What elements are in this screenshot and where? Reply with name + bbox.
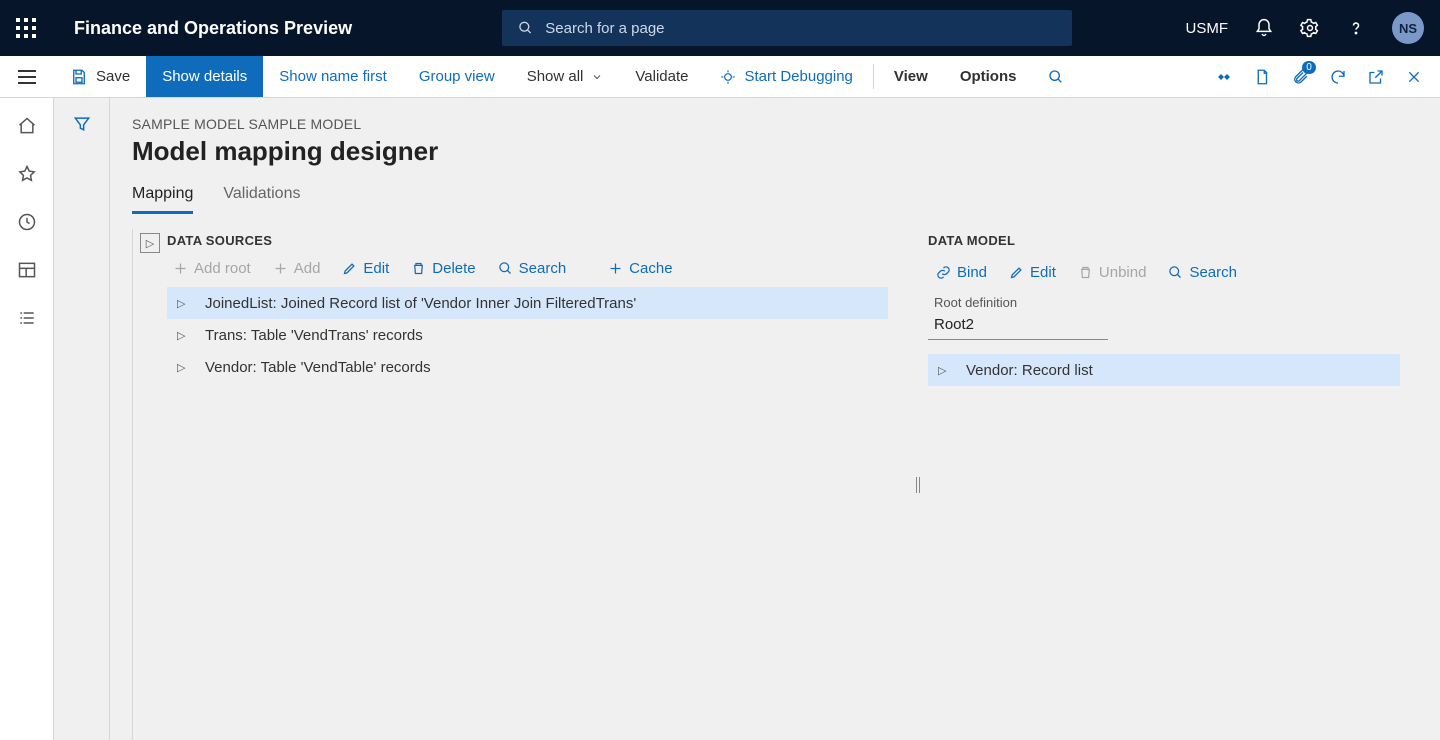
filter-icon[interactable] — [72, 114, 92, 740]
avatar[interactable]: NS — [1392, 12, 1424, 44]
recent-icon[interactable] — [17, 212, 37, 232]
attach-icon[interactable]: 0 — [1290, 67, 1310, 87]
popout-icon[interactable] — [1366, 67, 1386, 87]
dataverse-icon[interactable] — [1214, 67, 1234, 87]
panels: ▷ DATA SOURCES Add root Add — [132, 229, 1418, 740]
modules-icon[interactable] — [17, 308, 37, 328]
show-name-first-button[interactable]: Show name first — [263, 56, 403, 97]
ds-tree: ▷JoinedList: Joined Record list of 'Vend… — [167, 287, 888, 383]
tree-row[interactable]: ▷Vendor: Table 'VendTable' records — [167, 351, 888, 383]
search-icon — [518, 20, 533, 36]
global-search-input[interactable] — [545, 20, 1056, 37]
link-icon — [936, 265, 951, 280]
ds-toolbar: Add root Add Edit Delete — [167, 260, 888, 277]
splitter[interactable] — [908, 229, 928, 740]
dm-toolbar: Bind Edit Unbind Search — [928, 264, 1400, 281]
unbind-button[interactable]: Unbind — [1078, 264, 1147, 281]
page-title: Model mapping designer — [132, 136, 1418, 167]
tree-row[interactable]: ▷Trans: Table 'VendTrans' records — [167, 319, 888, 351]
pencil-icon — [342, 261, 357, 276]
ds-search-button[interactable]: Search — [498, 260, 567, 277]
trash-icon — [411, 261, 426, 276]
trash-icon — [1078, 265, 1093, 280]
cmd-right-icons: 0 — [1198, 56, 1440, 97]
content: SAMPLE MODEL SAMPLE MODEL Model mapping … — [110, 98, 1440, 740]
dm-tree: ▷Vendor: Record list — [928, 354, 1400, 386]
cache-button[interactable]: Cache — [608, 260, 672, 277]
tab-validations[interactable]: Validations — [223, 185, 300, 214]
panel-data-sources: ▷ DATA SOURCES Add root Add — [132, 229, 908, 740]
chevron-right-icon: ▷ — [938, 364, 952, 377]
top-header: Finance and Operations Preview USMF NS — [0, 0, 1440, 56]
help-icon[interactable] — [1346, 18, 1366, 38]
chevron-down-icon — [591, 71, 603, 83]
app-launcher-icon[interactable] — [16, 18, 36, 38]
filter-column — [54, 98, 110, 740]
show-all-dropdown[interactable]: Show all — [511, 56, 620, 97]
attach-badge: 0 — [1302, 61, 1316, 74]
add-root-button[interactable]: Add root — [173, 260, 251, 277]
plus-icon — [608, 261, 623, 276]
data-model-title: DATA MODEL — [928, 233, 1400, 248]
bell-icon[interactable] — [1254, 18, 1274, 38]
breadcrumb: SAMPLE MODEL SAMPLE MODEL — [132, 116, 1418, 132]
add-button[interactable]: Add — [273, 260, 321, 277]
tree-row[interactable]: ▷Vendor: Record list — [928, 354, 1400, 386]
search-icon — [498, 261, 513, 276]
hamburger-icon[interactable] — [0, 56, 54, 97]
group-view-button[interactable]: Group view — [403, 56, 511, 97]
close-icon[interactable] — [1404, 67, 1424, 87]
delete-button[interactable]: Delete — [411, 260, 475, 277]
collapse-handle[interactable]: ▷ — [133, 229, 167, 740]
data-sources-title: DATA SOURCES — [167, 233, 888, 248]
dm-edit-button[interactable]: Edit — [1009, 264, 1056, 281]
options-button[interactable]: Options — [944, 56, 1033, 97]
dm-search-button[interactable]: Search — [1168, 264, 1237, 281]
edit-button[interactable]: Edit — [342, 260, 389, 277]
plus-icon — [173, 261, 188, 276]
save-button[interactable]: Save — [54, 56, 146, 97]
doc-icon[interactable] — [1252, 67, 1272, 87]
chevron-right-icon: ▷ — [177, 329, 191, 342]
star-icon[interactable] — [17, 164, 37, 184]
save-icon — [70, 68, 88, 86]
left-rail — [0, 98, 54, 740]
panel-data-model: DATA MODEL Bind Edit Unbind — [928, 229, 1418, 740]
app-title: Finance and Operations Preview — [74, 18, 352, 39]
search-icon — [1168, 265, 1183, 280]
find-button[interactable] — [1032, 56, 1080, 97]
body: SAMPLE MODEL SAMPLE MODEL Model mapping … — [0, 98, 1440, 740]
bind-button[interactable]: Bind — [936, 264, 987, 281]
validate-button[interactable]: Validate — [619, 56, 704, 97]
chevron-right-icon: ▷ — [177, 297, 191, 310]
search-icon — [1048, 69, 1064, 85]
refresh-icon[interactable] — [1328, 67, 1348, 87]
gear-icon[interactable] — [1300, 18, 1320, 38]
view-button[interactable]: View — [878, 56, 944, 97]
command-bar: Save Show details Show name first Group … — [0, 56, 1440, 98]
top-actions: USMF NS — [1186, 12, 1425, 44]
entity-label[interactable]: USMF — [1186, 20, 1229, 37]
start-debugging-button[interactable]: Start Debugging — [704, 56, 868, 97]
tab-mapping[interactable]: Mapping — [132, 185, 193, 214]
tabs: Mapping Validations — [132, 185, 1418, 215]
workspace-icon[interactable] — [17, 260, 37, 280]
expand-right-icon[interactable]: ▷ — [140, 233, 160, 253]
root-definition-label: Root definition — [928, 295, 1400, 310]
home-icon[interactable] — [17, 116, 37, 136]
global-search[interactable] — [502, 10, 1072, 46]
chevron-right-icon: ▷ — [177, 361, 191, 374]
show-details-button[interactable]: Show details — [146, 56, 263, 97]
root-definition-value[interactable]: Root2 — [928, 312, 1108, 340]
pencil-icon — [1009, 265, 1024, 280]
debug-icon — [720, 69, 736, 85]
tree-row[interactable]: ▷JoinedList: Joined Record list of 'Vend… — [167, 287, 888, 319]
plus-icon — [273, 261, 288, 276]
save-label: Save — [96, 68, 130, 85]
